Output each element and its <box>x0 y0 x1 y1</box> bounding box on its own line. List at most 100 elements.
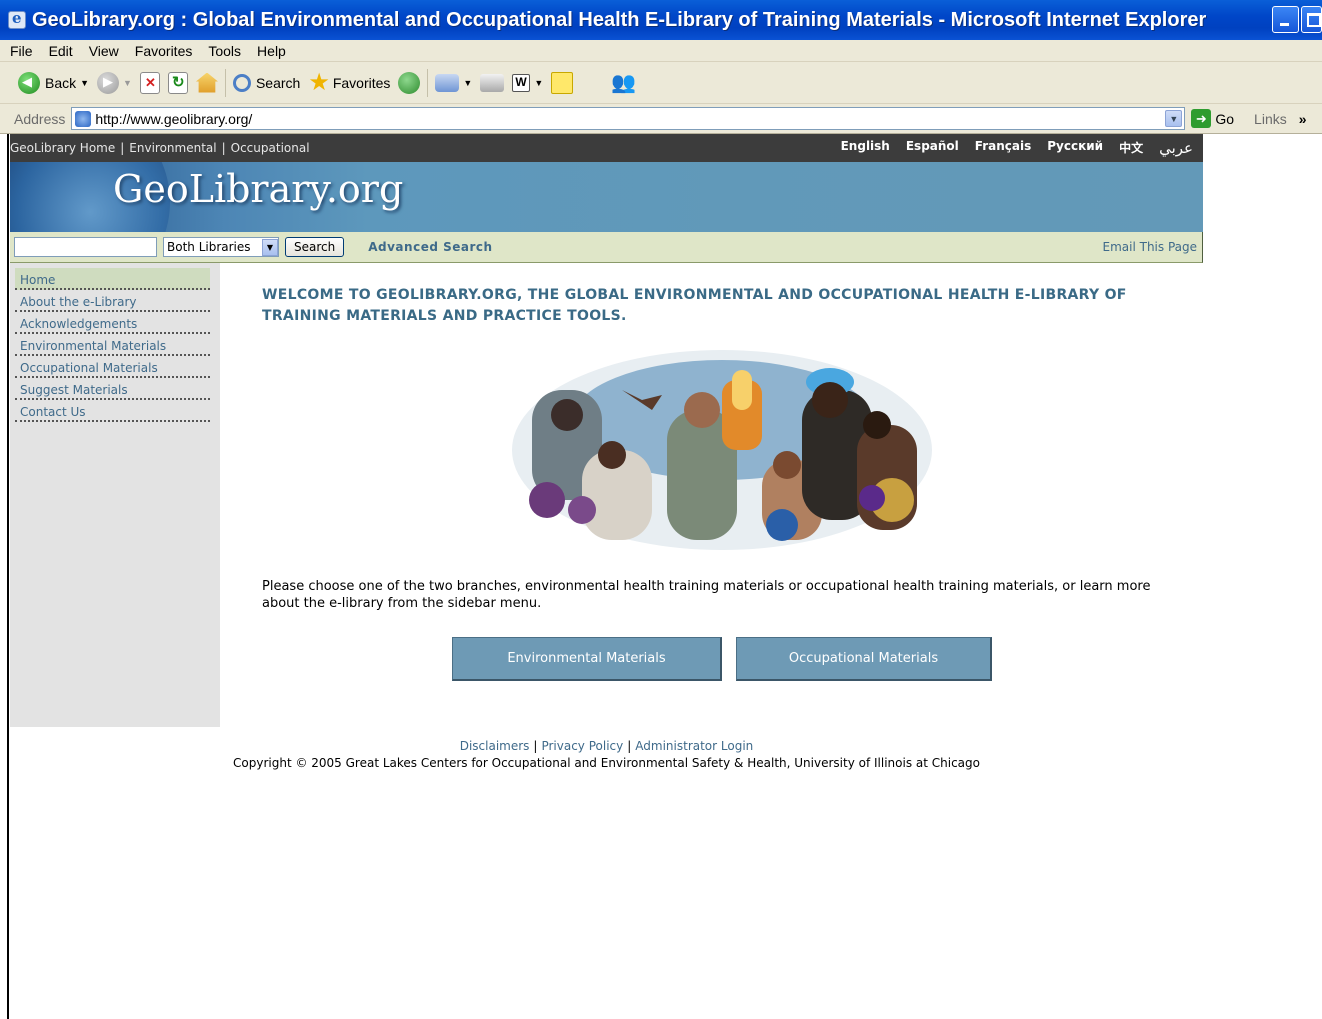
minimize-button[interactable] <box>1272 6 1299 33</box>
address-dropdown-icon[interactable]: ▼ <box>1165 110 1183 127</box>
site-search-button[interactable]: Search <box>285 237 345 257</box>
messenger-button[interactable]: 👥 <box>607 67 640 99</box>
library-select-value: Both Libraries <box>167 240 251 254</box>
lang-russian[interactable]: Русский <box>1047 139 1103 157</box>
menu-favorites[interactable]: Favorites <box>127 43 201 59</box>
advanced-search-link[interactable]: Advanced Search <box>368 240 492 254</box>
occupational-materials-button[interactable]: Occupational Materials <box>736 637 992 681</box>
sidebar-item-home[interactable]: Home <box>15 268 210 290</box>
site-logo[interactable]: GeoLibrary.org <box>113 167 403 211</box>
note-icon <box>551 71 574 94</box>
search-button[interactable]: Search <box>229 67 304 99</box>
stop-icon <box>139 71 160 94</box>
nav-environmental[interactable]: Environmental <box>129 141 216 155</box>
print-button[interactable] <box>476 67 508 99</box>
favorites-label: Favorites <box>332 74 391 91</box>
standard-toolbar: Back ▼ ▼ Search ★ Favorites ▼ ▼ 👥 <box>0 62 1322 104</box>
favorites-star-icon: ★ <box>308 68 330 96</box>
nav-occupational[interactable]: Occupational <box>231 141 310 155</box>
address-url[interactable]: http://www.geolibrary.org/ <box>95 111 252 127</box>
collage-graphic <box>512 350 932 550</box>
favorites-button[interactable]: ★ Favorites <box>304 67 394 99</box>
window-left-frame <box>0 134 9 1019</box>
lang-arabic[interactable]: عربي <box>1159 139 1193 157</box>
mail-button[interactable]: ▼ <box>431 67 476 99</box>
discuss-button[interactable] <box>547 67 577 99</box>
go-arrow-icon: ➜ <box>1191 109 1212 128</box>
links-toolbar[interactable]: Links <box>1254 111 1287 127</box>
address-input[interactable]: http://www.geolibrary.org/ ▼ <box>71 107 1186 130</box>
history-button[interactable] <box>394 67 424 99</box>
toolbar-separator <box>427 68 429 97</box>
administrator-login-link[interactable]: Administrator Login <box>635 739 753 753</box>
go-label: Go <box>1215 110 1235 127</box>
ie-app-icon[interactable] <box>8 9 26 29</box>
edit-dropdown-icon[interactable]: ▼ <box>534 78 543 88</box>
stop-button[interactable] <box>136 67 164 99</box>
toolbar-separator <box>224 68 226 97</box>
sidebar-item-environmental[interactable]: Environmental Materials <box>15 334 210 356</box>
forward-button[interactable]: ▼ <box>93 67 136 99</box>
refresh-icon <box>167 71 188 94</box>
window-title: GeoLibrary.org : Global Environmental an… <box>32 8 1207 31</box>
library-select[interactable]: Both Libraries ▼ <box>163 237 279 257</box>
lang-chinese[interactable]: 中文 <box>1119 139 1143 157</box>
nav-geolibrary-home[interactable]: GeoLibrary Home <box>10 141 115 155</box>
intro-text: Please choose one of the two branches, e… <box>262 579 1151 611</box>
chevron-down-icon[interactable]: ▼ <box>262 238 278 256</box>
welcome-heading: WELCOME TO GEOLIBRARY.ORG, THE GLOBAL EN… <box>262 287 1127 324</box>
top-nav: GeoLibrary Home | Environmental | Occupation… <box>10 134 1203 162</box>
sidebar-item-contact[interactable]: Contact Us <box>15 400 210 422</box>
hero-collage-image <box>512 350 932 550</box>
copyright-text: Copyright © 2005 Great Lakes Centers for… <box>233 756 980 770</box>
search-label: Search <box>255 74 301 91</box>
sidebar-item-about[interactable]: About the e-Library <box>15 290 210 312</box>
back-arrow-icon <box>18 71 40 94</box>
mail-icon <box>435 73 460 92</box>
back-button[interactable]: Back ▼ <box>0 67 93 99</box>
menu-view[interactable]: View <box>81 43 127 59</box>
menu-edit[interactable]: Edit <box>41 43 81 59</box>
history-icon <box>398 71 421 94</box>
forward-arrow-icon <box>97 71 120 94</box>
refresh-button[interactable] <box>164 67 192 99</box>
word-icon <box>512 73 531 92</box>
disclaimers-link[interactable]: Disclaimers <box>460 739 530 753</box>
site-search-input[interactable] <box>14 237 157 257</box>
forward-dropdown-icon[interactable]: ▼ <box>123 78 132 88</box>
restore-button[interactable] <box>1301 6 1322 33</box>
home-button[interactable] <box>192 67 222 99</box>
menu-tools[interactable]: Tools <box>200 43 249 59</box>
page-icon <box>75 110 92 127</box>
environmental-materials-button[interactable]: Environmental Materials <box>452 637 722 681</box>
site-search-bar: Both Libraries ▼ Search Advanced Search … <box>10 232 1203 263</box>
home-icon <box>195 72 218 93</box>
back-dropdown-icon[interactable]: ▼ <box>80 78 89 88</box>
language-links: English Español Français Русский 中文 عربي <box>841 139 1193 157</box>
search-icon <box>232 73 251 92</box>
menu-file[interactable]: File <box>0 43 41 59</box>
printer-icon <box>480 73 505 92</box>
sidebar-item-acknowledgements[interactable]: Acknowledgements <box>15 312 210 334</box>
footer-links: Disclaimers | Privacy Policy | Administrator… <box>459 739 754 753</box>
menu-bar: File Edit View Favorites Tools Help <box>0 40 1322 62</box>
sidebar-menu: Home About the e-Library Acknowledgement… <box>10 263 220 727</box>
lang-french[interactable]: Français <box>975 139 1031 157</box>
messenger-icon: 👥 <box>611 72 637 94</box>
links-chevron-icon[interactable]: » <box>1299 111 1307 127</box>
go-button[interactable]: ➜ Go <box>1191 109 1234 128</box>
lang-english[interactable]: English <box>841 139 890 157</box>
sidebar-item-suggest[interactable]: Suggest Materials <box>15 378 210 400</box>
edit-word-button[interactable]: ▼ <box>508 67 547 99</box>
site-banner: GeoLibrary.org <box>10 162 1203 232</box>
section-links: GeoLibrary Home | Environmental | Occupation… <box>10 141 310 155</box>
mail-dropdown-icon[interactable]: ▼ <box>463 78 472 88</box>
site-header: GeoLibrary Home | Environmental | Occupation… <box>10 134 1203 263</box>
lang-spanish[interactable]: Español <box>906 139 959 157</box>
email-page-link[interactable]: Email This Page <box>1103 240 1198 254</box>
menu-help[interactable]: Help <box>249 43 294 59</box>
sidebar-item-occupational[interactable]: Occupational Materials <box>15 356 210 378</box>
window-titlebar: GeoLibrary.org : Global Environmental an… <box>0 0 1322 40</box>
address-bar: Address http://www.geolibrary.org/ ▼ ➜ G… <box>0 104 1322 134</box>
privacy-policy-link[interactable]: Privacy Policy <box>541 739 623 753</box>
